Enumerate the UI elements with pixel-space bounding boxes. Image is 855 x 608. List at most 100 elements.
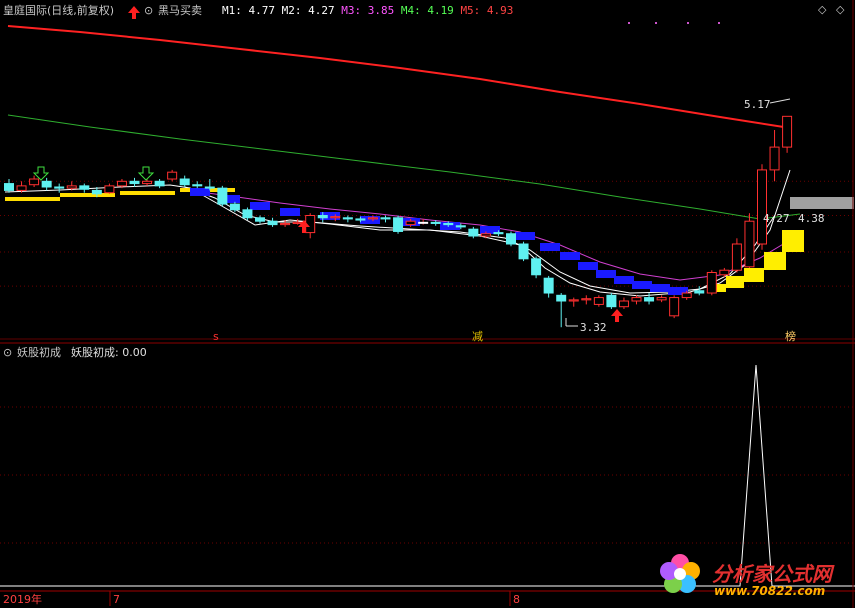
candle [129, 177, 140, 187]
ma-legend-item-2: M2: 4.27 [281, 4, 342, 17]
indicator-dropdown-icon[interactable]: ⊙ [144, 4, 153, 18]
candle-body [29, 178, 40, 186]
blue-ribbon-seg-14 [614, 276, 634, 284]
candle-body [192, 184, 203, 187]
candle-body [719, 269, 730, 276]
candle [167, 169, 178, 182]
candle [142, 179, 153, 186]
blue-ribbon-seg-11 [560, 252, 580, 260]
candle-body [66, 185, 77, 189]
header-bar: 皇庭国际(日线,前复权) ⊙ 黑马买卖 M1: 4.77 M2: 4.27 M3… [0, 0, 855, 20]
candle-body [455, 225, 466, 228]
candle-body [217, 187, 228, 205]
yellow-ribbon-rise-2 [744, 268, 764, 282]
candle [593, 295, 604, 307]
candle-body [506, 233, 516, 245]
candle [179, 175, 190, 187]
ma-legend-item-5: M5: 4.93 [460, 4, 514, 17]
axis-month-8: 8 [513, 593, 520, 606]
candle [669, 295, 680, 319]
candle [342, 215, 353, 223]
high-pointer-line [769, 98, 791, 104]
sub-panel-title[interactable]: 妖股初成 [17, 346, 61, 360]
ma-legend: M1: 4.77 M2: 4.27 M3: 3.85 M4: 4.19 M5: … [222, 4, 513, 18]
signal-marker-jian: 减 [472, 330, 483, 343]
candle-body [518, 243, 529, 260]
green-down-arrow-icon [137, 166, 155, 181]
candle [556, 293, 567, 328]
candle [79, 183, 90, 193]
sub-panel-value: 妖股初成: 0.00 [71, 346, 147, 359]
ma-white-line-2 [184, 186, 776, 294]
candle [41, 177, 52, 191]
sub-panel-header: ⊙ 妖股初成 妖股初成: 0.00 [0, 345, 855, 361]
blue-ribbon-seg-3 [280, 208, 300, 216]
candle-body [229, 203, 240, 211]
candle-body [342, 217, 353, 220]
candle [506, 231, 516, 247]
candle [267, 217, 278, 227]
candle-body [129, 180, 140, 185]
sub-panel-dropdown-icon[interactable]: ⊙ [3, 346, 12, 360]
candle [731, 238, 742, 273]
candle [757, 164, 767, 250]
candle-body [493, 232, 504, 235]
flower-logo-icon [660, 554, 700, 593]
candle-body [91, 189, 102, 195]
ma-long-red-line [7, 25, 791, 129]
candle [656, 295, 667, 303]
watermark-title: 分析家公式网 [712, 562, 832, 586]
candle-body [568, 299, 579, 302]
signal-marker-s: s [213, 330, 219, 343]
blue-ribbon-seg-9 [515, 232, 535, 240]
watermark-url: www.70822.com [714, 584, 826, 598]
candle-body [418, 221, 429, 224]
top-dot-markers [628, 22, 720, 24]
candle-body [656, 297, 667, 301]
candle-body [380, 217, 391, 220]
ma-legend-item-3: M3: 3.85 [341, 4, 401, 17]
candle-body [41, 180, 52, 188]
candle [104, 183, 115, 194]
candle-body [644, 297, 655, 302]
candle-body [317, 215, 328, 219]
candle-body [330, 216, 341, 219]
candle [380, 215, 391, 223]
candle-body [179, 178, 190, 186]
candle-body [167, 171, 178, 180]
candle [154, 179, 165, 189]
moving-average-layer [4, 25, 801, 297]
blue-ribbon-seg-2 [250, 202, 270, 210]
ma-legend-item-1: M1: 4.77 [222, 4, 282, 17]
candle-body [618, 300, 629, 308]
diamond-icon[interactable]: ◇ [818, 3, 826, 17]
ma-white-line-1 [4, 169, 791, 297]
candle-body [681, 292, 692, 299]
candle-body [769, 146, 780, 171]
signal-arrow-layer [32, 6, 791, 327]
collapse-icon[interactable]: ◇ [836, 3, 844, 17]
candle [54, 183, 65, 193]
indicator-name[interactable]: 黑马买卖 [158, 4, 202, 18]
stock-title[interactable]: 皇庭国际(日线,前复权) [3, 4, 114, 18]
candle-body [154, 180, 165, 187]
candle-body [669, 297, 680, 317]
blue-ribbon-seg-12 [578, 262, 598, 270]
blue-ribbon-seg-15 [632, 281, 652, 289]
candle-body [54, 186, 65, 189]
candle [192, 181, 203, 189]
blue-ribbon-seg-0 [190, 188, 210, 196]
chart-canvas[interactable] [0, 0, 855, 608]
candle-body [79, 185, 90, 190]
candle [393, 215, 404, 234]
yellow-ribbon-seg-2 [120, 191, 175, 195]
right-price-label-a: 4.27 [763, 212, 790, 225]
candle [543, 275, 554, 298]
candle [769, 130, 780, 182]
ma-legend-item-4: M4: 4.19 [400, 4, 461, 17]
candle [468, 226, 479, 239]
candle-body [355, 218, 366, 221]
candle-body [142, 180, 153, 185]
green-down-arrow-icon [32, 166, 50, 181]
high-price-label: 5.17 [744, 98, 771, 111]
